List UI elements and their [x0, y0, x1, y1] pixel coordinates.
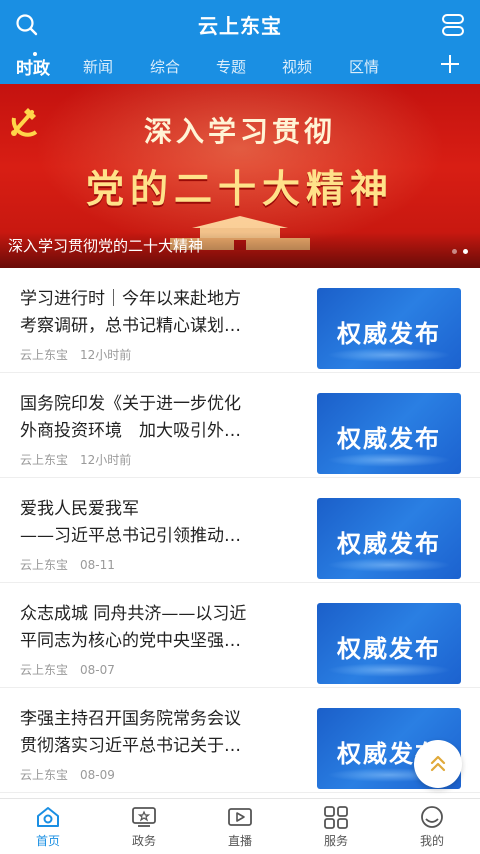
thumb-glow [327, 663, 451, 677]
thumb-glow [327, 558, 451, 572]
thumb-text: 权威发布 [337, 530, 441, 558]
add-channel-icon[interactable] [438, 52, 462, 76]
news-title-line: 国务院印发《关于进一步优化 [20, 394, 241, 414]
news-title: 学习进行时｜今年以来赴地方 考察调研，总书记精心谋划… [20, 286, 290, 340]
news-title-line: 考察调研，总书记精心谋划… [20, 316, 241, 336]
page-dot [452, 249, 457, 254]
nav-home[interactable]: 首页 [18, 805, 78, 849]
news-title-line: 平同志为核心的党中央坚强… [20, 631, 241, 651]
news-thumbnail: 权威发布 [317, 393, 461, 474]
news-meta: 云上东宝 08-11 [20, 556, 115, 573]
news-title: 爱我人民爱我军 ——习近平总书记引领推动… [20, 496, 290, 550]
news-source: 云上东宝 [20, 768, 69, 782]
chevron-up-icon [430, 755, 446, 772]
banner-carousel[interactable]: 深入学习贯彻 党的二十大精神 深入学习贯彻党的二十大精神 [0, 84, 480, 268]
tab-district[interactable]: 区情 [349, 56, 379, 77]
home-icon [37, 807, 59, 827]
tab-active-indicator [33, 52, 37, 56]
news-item[interactable]: 李强主持召开国务院常务会议 贯彻落实习近平总书记关于… 云上东宝 08-09 权威… [0, 688, 480, 793]
news-time: 08-07 [80, 663, 115, 677]
thumb-text: 权威发布 [337, 320, 441, 348]
news-thumbnail: 权威发布 [317, 288, 461, 369]
nav-government[interactable]: 政务 [114, 805, 174, 849]
menu-icon[interactable] [440, 12, 466, 38]
news-item[interactable]: 众志成城 同舟共济——以习近 平同志为核心的党中央坚强… 云上东宝 08-07 权… [0, 583, 480, 688]
news-item[interactable]: 国务院印发《关于进一步优化 外商投资环境 加大吸引外… 云上东宝 12小时前 权威… [0, 373, 480, 478]
thumb-glow [327, 453, 451, 467]
nav-profile[interactable]: 我的 [402, 805, 462, 849]
news-source: 云上东宝 [20, 453, 69, 467]
nav-label: 直播 [227, 834, 252, 848]
news-title-line: 外商投资环境 加大吸引外… [20, 421, 241, 441]
news-time: 12小时前 [80, 453, 132, 467]
news-time: 12小时前 [80, 348, 132, 362]
news-title-line: 贯彻落实习近平总书记关于… [20, 736, 241, 756]
news-title-line: 众志成城 同舟共济——以习近 [20, 604, 247, 624]
government-icon [132, 807, 156, 827]
news-title: 李强主持召开国务院常务会议 贯彻落实习近平总书记关于… [20, 706, 290, 760]
banner-pagination [446, 239, 468, 258]
services-icon [324, 806, 348, 829]
news-title-line: 李强主持召开国务院常务会议 [20, 709, 241, 729]
news-title: 国务院印发《关于进一步优化 外商投资环境 加大吸引外… [20, 391, 290, 445]
news-meta: 云上东宝 08-07 [20, 661, 115, 678]
live-icon [228, 808, 252, 826]
news-title-line: 爱我人民爱我军 [20, 499, 139, 519]
news-thumbnail: 权威发布 [317, 603, 461, 684]
banner-headline-2: 党的二十大精神 [85, 166, 394, 211]
back-to-top-button[interactable] [414, 740, 462, 788]
news-title: 众志成城 同舟共济——以习近 平同志为核心的党中央坚强… [20, 601, 290, 655]
app-title: 云上东宝 [198, 14, 282, 38]
thumb-glow [327, 348, 451, 362]
news-meta: 云上东宝 12小时前 [20, 346, 131, 363]
news-time: 08-11 [80, 558, 115, 572]
news-source: 云上东宝 [20, 348, 69, 362]
tab-general[interactable]: 综合 [150, 56, 180, 77]
news-source: 云上东宝 [20, 663, 69, 677]
news-list: 学习进行时｜今年以来赴地方 考察调研，总书记精心谋划… 云上东宝 12小时前 权威… [0, 268, 480, 793]
banner-caption: 深入学习贯彻党的二十大精神 [8, 237, 204, 255]
nav-label: 首页 [35, 834, 60, 848]
nav-services[interactable]: 服务 [306, 805, 366, 849]
banner-headline-1: 深入学习贯彻 [143, 115, 336, 148]
news-meta: 云上东宝 08-09 [20, 766, 115, 783]
page-dot-active [463, 249, 468, 254]
news-time: 08-09 [80, 768, 115, 782]
channel-tabs: 时政 新闻 综合 专题 视频 区情 [0, 50, 480, 84]
thumb-text: 权威发布 [337, 425, 441, 453]
news-meta: 云上东宝 12小时前 [20, 451, 131, 468]
news-title-line: ——习近平总书记引领推动… [20, 526, 241, 546]
thumb-text: 权威发布 [337, 635, 441, 663]
news-item[interactable]: 爱我人民爱我军 ——习近平总书记引领推动… 云上东宝 08-11 权威发布 [0, 478, 480, 583]
news-thumbnail: 权威发布 [317, 498, 461, 579]
app-header: 云上东宝 时政 新闻 综合 专题 视频 区情 [0, 0, 480, 84]
tab-topics[interactable]: 专题 [216, 56, 246, 77]
news-item[interactable]: 学习进行时｜今年以来赴地方 考察调研，总书记精心谋划… 云上东宝 12小时前 权威… [0, 268, 480, 373]
nav-label: 服务 [323, 834, 348, 848]
tab-news[interactable]: 新闻 [83, 56, 113, 77]
tab-shizheng[interactable]: 时政 [16, 54, 50, 79]
nav-live[interactable]: 直播 [210, 805, 270, 849]
tab-video[interactable]: 视频 [282, 56, 312, 77]
nav-label: 我的 [419, 834, 444, 848]
nav-label: 政务 [131, 834, 156, 848]
news-source: 云上东宝 [20, 558, 69, 572]
profile-icon [421, 806, 443, 828]
bottom-nav: 首页 政务 直播 服务 我的 [0, 798, 480, 854]
news-title-line: 学习进行时｜今年以来赴地方 [20, 289, 241, 309]
